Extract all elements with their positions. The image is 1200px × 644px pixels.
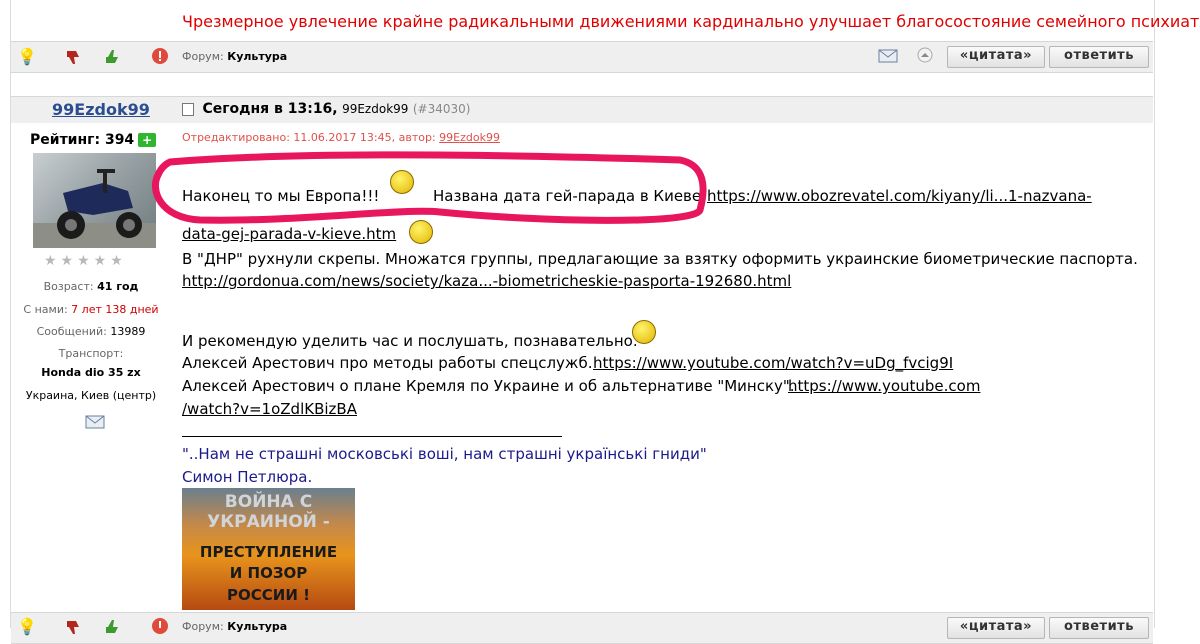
forum-link[interactable]: Культура xyxy=(227,50,287,63)
reply-button[interactable]: ответить xyxy=(1049,46,1149,68)
report-icon-bottom[interactable] xyxy=(150,617,170,637)
user-age: Возраст: 41 год xyxy=(43,280,139,293)
rating-plus-icon[interactable]: + xyxy=(138,133,157,147)
thumbs-up-icon[interactable] xyxy=(103,47,123,67)
signature-divider xyxy=(182,436,562,437)
forum-label-bottom: Форум: Культура xyxy=(182,620,288,633)
post-date: Сегодня в 13:16, xyxy=(202,101,338,117)
content-line-3: И рекомендую уделить час и послушать, по… xyxy=(182,332,638,350)
user-with-us: С нами: 7 лет 138 дней xyxy=(23,303,159,316)
forum-label: Форум: Культура xyxy=(182,50,288,63)
signature-author: Симон Петлюра. xyxy=(182,468,313,486)
edited-author-link[interactable]: 99Ezdok99 xyxy=(439,131,500,144)
content-line-2: В "ДНР" рухнули скрепы. Множатся группы,… xyxy=(182,250,1138,268)
previous-post-signature: Чрезмерное увлечение крайне радикальными… xyxy=(182,12,1200,31)
user-transport: Honda dio 35 zx xyxy=(41,366,141,379)
post-action-bar: 💡 Форум: Культура «цитата» ответить xyxy=(11,41,1153,73)
highlight-annotation xyxy=(151,151,707,224)
post-number[interactable]: (#34030) xyxy=(413,102,471,116)
content-line-5: Алексей Арестович о плане Кремля по Укра… xyxy=(182,377,795,395)
user-stars: ★★★★★ xyxy=(44,253,127,269)
youtube-link-1[interactable]: https://www.youtube.com/watch?v=uDg_fvci… xyxy=(593,352,953,374)
youtube-link-2-cont[interactable]: /watch?v=1oZdlKBizBA xyxy=(182,398,357,420)
user-rating: Рейтинг: 394 + xyxy=(30,132,157,148)
gordonua-link[interactable]: http://gordonua.com/news/society/kaza...… xyxy=(182,270,791,292)
scroll-up-icon[interactable] xyxy=(915,47,935,67)
thumbs-down-icon-bottom[interactable] xyxy=(64,617,84,637)
happy-smiley-icon xyxy=(632,320,656,344)
user-avatar xyxy=(33,153,156,248)
lightbulb-icon[interactable]: 💡 xyxy=(17,47,37,67)
obozrevatel-link[interactable]: https://www.obozrevatel.com/kiyany/li...… xyxy=(707,185,1092,207)
bottom-action-bar: 💡 Форум: Культура «цитата» ответить xyxy=(11,612,1153,644)
quote-button[interactable]: «цитата» xyxy=(947,46,1045,68)
lightbulb-icon-bottom[interactable]: 💡 xyxy=(17,617,37,637)
user-location: Украина, Киев (центр) xyxy=(25,389,157,402)
thumbs-up-icon-bottom[interactable] xyxy=(103,617,123,637)
youtube-link-2[interactable]: https://www.youtube.com xyxy=(788,375,980,397)
edited-note: Отредактировано: 11.06.2017 13:45, автор… xyxy=(182,131,500,144)
signature-banner: ВОЙНА С УКРАИНОЙ - ПРЕСТУПЛЕНИЕ И ПОЗОР … xyxy=(182,488,355,610)
signature-quote: "..Нам не страшні московські воші, нам с… xyxy=(182,445,707,463)
report-icon[interactable] xyxy=(150,47,170,67)
quote-button-bottom[interactable]: «цитата» xyxy=(947,617,1045,639)
user-transport-label: Транспорт: xyxy=(58,347,124,360)
post-header: Сегодня в 13:16, 99Ezdok99 (#34030) xyxy=(182,101,470,117)
post-icon xyxy=(182,102,194,116)
post-author: 99Ezdok99 xyxy=(342,102,409,116)
reply-button-bottom[interactable]: ответить xyxy=(1049,617,1149,639)
username-link[interactable]: 99Ezdok99 xyxy=(52,100,150,119)
content-line-4: Алексей Арестович про методы работы спец… xyxy=(182,354,593,372)
send-message-icon[interactable] xyxy=(85,414,105,434)
private-message-icon[interactable] xyxy=(878,48,898,68)
user-messages: Сообщений: 13989 xyxy=(36,325,146,338)
thumbs-down-icon[interactable] xyxy=(64,47,84,67)
